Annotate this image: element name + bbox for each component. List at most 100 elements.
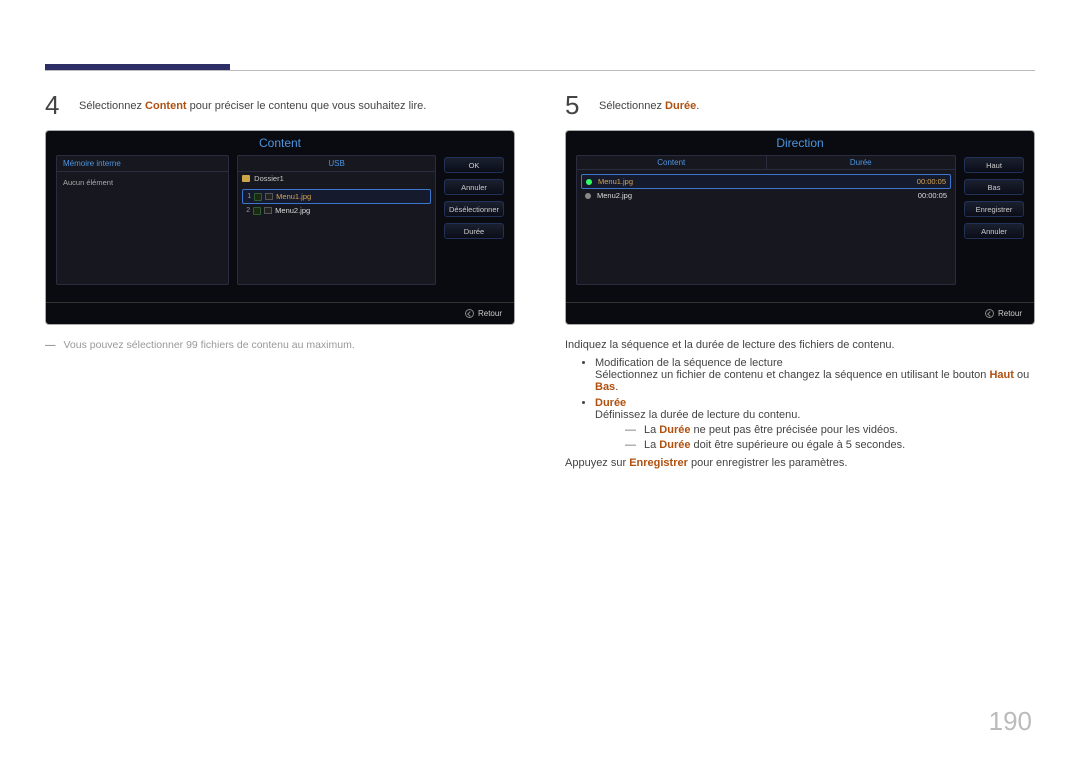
dash-icon: ― xyxy=(45,339,56,351)
t: Appuyez sur xyxy=(565,457,629,469)
content-columns: 4 Sélectionnez Content pour préciser le … xyxy=(45,92,1035,475)
text: La Durée doit être supérieure ou égale à… xyxy=(644,439,905,451)
file-row[interactable]: 1 Menu1.jpg xyxy=(242,189,431,204)
annuler-button[interactable]: Annuler xyxy=(964,223,1024,239)
row-list: Menu1.jpg 00:00:05 Menu2.jpg 00:00:05 xyxy=(577,170,955,206)
panel-body: Mémoire interne Aucun élément USB Dossie… xyxy=(46,155,514,285)
col-left: 4 Sélectionnez Content pour préciser le … xyxy=(45,92,515,475)
table-row[interactable]: Menu1.jpg 00:00:05 xyxy=(581,174,951,189)
col-duree: Durée xyxy=(766,156,956,170)
panel-right-buttons: OK Annuler Désélectionner Durée xyxy=(444,155,504,285)
empty-label: Aucun élément xyxy=(57,172,228,193)
panel-left-pane: Mémoire interne Aucun élément xyxy=(56,155,229,285)
bullet-title: Modification de la séquence de lecture xyxy=(595,357,1035,369)
list-item: Durée Définissez la durée de lecture du … xyxy=(595,397,1035,451)
retour-label[interactable]: Retour xyxy=(478,309,502,318)
folder-name: Dossier1 xyxy=(254,174,284,183)
highlight-duree: Durée xyxy=(665,100,696,112)
annuler-button[interactable]: Annuler xyxy=(444,179,504,195)
file-name: Menu1.jpg xyxy=(276,192,311,201)
row-time: 00:00:05 xyxy=(917,177,946,186)
tab-memoire-interne[interactable]: Mémoire interne xyxy=(57,156,228,172)
file-row[interactable]: 2 Menu2.jpg xyxy=(242,204,431,217)
panel-title: Direction xyxy=(566,131,1034,155)
text: . xyxy=(696,100,699,112)
duree-button[interactable]: Durée xyxy=(444,223,504,239)
file-list: 1 Menu1.jpg 2 Menu2.jpg xyxy=(238,185,435,221)
bullet-title: Durée xyxy=(595,397,626,409)
highlight-duree: Durée xyxy=(659,439,690,451)
table-row[interactable]: Menu2.jpg 00:00:05 xyxy=(581,189,951,202)
folder-up[interactable]: Dossier1 xyxy=(238,172,435,185)
row-name: Menu2.jpg xyxy=(597,191,912,200)
retour-label[interactable]: Retour xyxy=(998,309,1022,318)
deselectionner-button[interactable]: Désélectionner xyxy=(444,201,504,217)
status-dot-icon xyxy=(586,179,592,185)
direction-table: Content Durée Menu1.jpg 00:00:05 Menu2.j… xyxy=(576,155,956,285)
step-5: 5 Sélectionnez Durée. xyxy=(565,92,1035,118)
text: pour préciser le contenu que vous souhai… xyxy=(187,100,427,112)
list-item: Modification de la séquence de lecture S… xyxy=(595,357,1035,393)
paragraph: Appuyez sur Enregistrer pour enregistrer… xyxy=(565,457,1035,469)
bas-button[interactable]: Bas xyxy=(964,179,1024,195)
bullet-sub: Définissez la durée de lecture du conten… xyxy=(595,409,1035,421)
file-index: 2 xyxy=(244,207,250,214)
page-number: 190 xyxy=(989,706,1032,737)
step-4: 4 Sélectionnez Content pour préciser le … xyxy=(45,92,515,118)
text: Sélectionnez xyxy=(599,100,665,112)
note-text: Vous pouvez sélectionner 99 fichiers de … xyxy=(64,339,355,351)
t: doit être supérieure ou égale à 5 second… xyxy=(690,439,905,451)
text: Sélectionnez un fichier de contenu et ch… xyxy=(595,369,989,381)
t: La xyxy=(644,439,659,451)
highlight-haut: Haut xyxy=(989,369,1013,381)
row-name: Menu1.jpg xyxy=(598,177,911,186)
haut-button[interactable]: Haut xyxy=(964,157,1024,173)
bullet-list: Modification de la séquence de lecture S… xyxy=(565,357,1035,451)
dash-icon: ― xyxy=(625,424,636,436)
step-number: 4 xyxy=(45,92,65,118)
file-name: Menu2.jpg xyxy=(275,206,310,215)
bullet-sub: Sélectionnez un fichier de contenu et ch… xyxy=(595,369,1035,393)
table-header: Content Durée xyxy=(577,156,955,170)
step-text: Sélectionnez Content pour préciser le co… xyxy=(79,92,426,112)
row-time: 00:00:05 xyxy=(918,191,947,200)
highlight-bas: Bas xyxy=(595,381,615,393)
text: Sélectionnez xyxy=(79,100,145,112)
highlight-duree: Durée xyxy=(659,424,690,436)
panel-right-buttons: Haut Bas Enregistrer Annuler xyxy=(964,155,1024,285)
t: La xyxy=(644,424,659,436)
enregistrer-button[interactable]: Enregistrer xyxy=(964,201,1024,217)
col-right: 5 Sélectionnez Durée. Direction Content … xyxy=(565,92,1035,475)
highlight-enregistrer: Enregistrer xyxy=(629,457,688,469)
text: ou xyxy=(1014,369,1029,381)
panel-direction: Direction Content Durée Menu1.jpg 00:00:… xyxy=(565,130,1035,325)
text: . xyxy=(615,381,618,393)
folder-icon xyxy=(242,175,250,182)
panel-mid-pane: USB Dossier1 1 Menu1.jpg 2 xyxy=(237,155,436,285)
sub-dash: ― La Durée ne peut pas être précisée pou… xyxy=(625,424,1035,436)
checkbox-icon xyxy=(254,193,262,201)
return-icon xyxy=(465,309,474,318)
panel-title: Content xyxy=(46,131,514,155)
panel-content: Content Mémoire interne Aucun élément US… xyxy=(45,130,515,325)
image-icon xyxy=(264,207,272,214)
retour-bar: Retour xyxy=(566,302,1034,324)
status-dot-icon xyxy=(585,193,591,199)
image-icon xyxy=(265,193,273,200)
tab-usb[interactable]: USB xyxy=(238,156,435,172)
note: ― Vous pouvez sélectionner 99 fichiers d… xyxy=(45,339,515,351)
retour-bar: Retour xyxy=(46,302,514,324)
step-text: Sélectionnez Durée. xyxy=(599,92,699,112)
highlight-content: Content xyxy=(145,100,187,112)
text: La Durée ne peut pas être précisée pour … xyxy=(644,424,898,436)
header-rule xyxy=(45,70,1035,71)
ok-button[interactable]: OK xyxy=(444,157,504,173)
file-index: 1 xyxy=(245,193,251,200)
dash-icon: ― xyxy=(625,439,636,451)
checkbox-icon xyxy=(253,207,261,215)
return-icon xyxy=(985,309,994,318)
t: pour enregistrer les paramètres. xyxy=(688,457,848,469)
step-number: 5 xyxy=(565,92,585,118)
t: ne peut pas être précisée pour les vidéo… xyxy=(690,424,897,436)
col-content: Content xyxy=(577,156,766,170)
